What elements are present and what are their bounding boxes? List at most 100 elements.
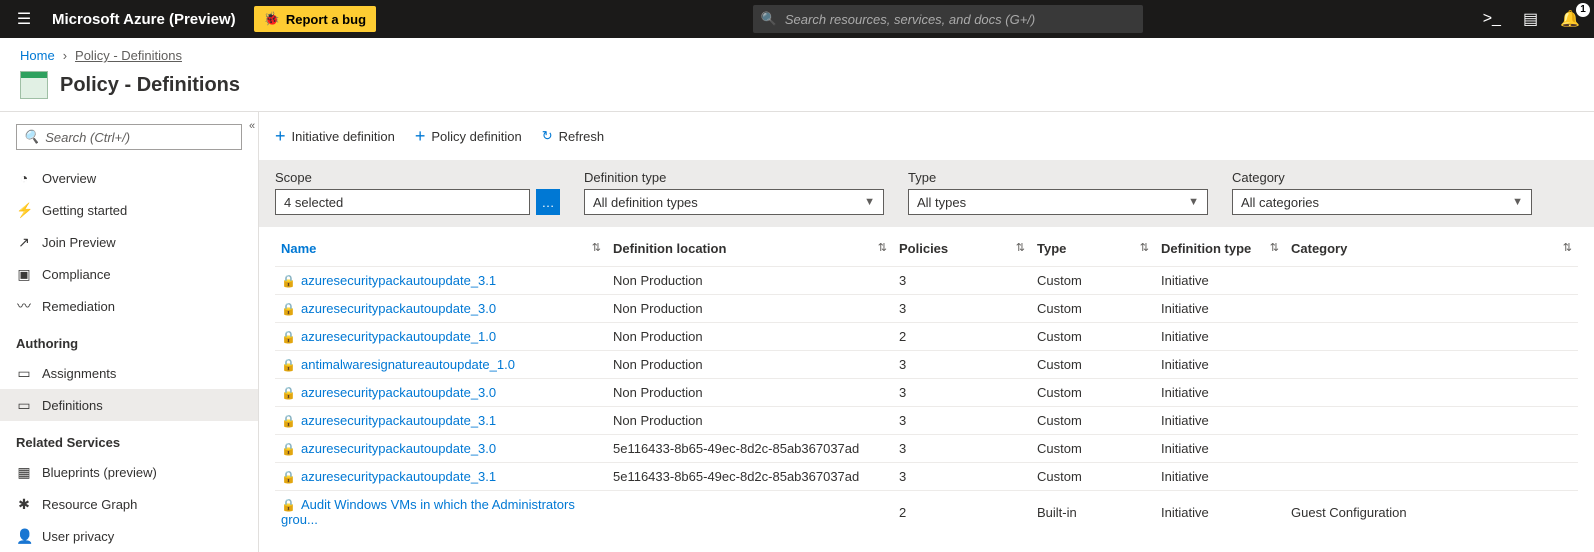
sidebar-item-label: Definitions — [42, 398, 103, 413]
sort-icon: ⇅ — [1563, 241, 1572, 254]
table-row[interactable]: 🔒 azuresecuritypackautoupdate_3.1 Non Prod… — [275, 267, 1578, 295]
notification-count: 1 — [1576, 3, 1590, 17]
cell-type: Custom — [1031, 351, 1155, 379]
related-icon: ▦ — [16, 464, 32, 481]
report-bug-button[interactable]: 🐞 Report a bug — [254, 6, 376, 32]
definition-link[interactable]: azuresecuritypackautoupdate_3.0 — [301, 441, 496, 456]
hamburger-icon[interactable]: ☰ — [4, 9, 44, 29]
cell-location: Non Production — [607, 267, 893, 295]
definition-link[interactable]: azuresecuritypackautoupdate_1.0 — [301, 329, 496, 344]
sidebar-search-placeholder: Search (Ctrl+/) — [45, 130, 130, 145]
sidebar-item-overview[interactable]: ◔Overview — [0, 162, 258, 194]
breadcrumb-current: Policy - Definitions — [75, 48, 182, 63]
cell-policies: 3 — [893, 295, 1031, 323]
global-search-placeholder: Search resources, services, and docs (G+… — [785, 12, 1035, 27]
cell-location: Non Production — [607, 379, 893, 407]
filter-bar: Scope 4 selected … Definition type All d… — [259, 160, 1594, 227]
cell-type: Custom — [1031, 295, 1155, 323]
cell-policies: 2 — [893, 323, 1031, 351]
cell-category — [1285, 379, 1578, 407]
scope-select[interactable]: 4 selected — [275, 189, 530, 215]
cell-category — [1285, 323, 1578, 351]
col-policies[interactable]: Policies⇅ — [893, 227, 1031, 267]
cell-policies: 3 — [893, 407, 1031, 435]
nav-icon: ↗ — [16, 234, 32, 251]
sidebar-item-remediation[interactable]: 〰Remediation — [0, 290, 258, 322]
cell-type: Built-in — [1031, 491, 1155, 534]
breadcrumb: Home › Policy - Definitions — [0, 38, 1594, 71]
refresh-button[interactable]: ↻ Refresh — [542, 128, 604, 144]
scope-picker-button[interactable]: … — [536, 189, 560, 215]
sidebar-item-user-privacy[interactable]: 👤User privacy — [0, 520, 258, 552]
plus-icon: + — [415, 126, 426, 147]
definition-link[interactable]: antimalwaresignatureautoupdate_1.0 — [301, 357, 515, 372]
definition-link[interactable]: Audit Windows VMs in which the Administr… — [281, 497, 575, 527]
cell-policies: 3 — [893, 463, 1031, 491]
sidebar-item-join-preview[interactable]: ↗Join Preview — [0, 226, 258, 258]
col-deftype[interactable]: Definition type⇅ — [1155, 227, 1285, 267]
cell-location — [607, 491, 893, 534]
initiative-label: Initiative definition — [292, 129, 395, 144]
scope-value: 4 selected — [284, 195, 343, 210]
sidebar-item-blueprints-preview-[interactable]: ▦Blueprints (preview) — [0, 456, 258, 488]
table-row[interactable]: 🔒azuresecuritypackautoupdate_3.05e116433… — [275, 435, 1578, 463]
add-policy-button[interactable]: + Policy definition — [415, 126, 522, 147]
table-row[interactable]: 🔒Audit Windows VMs in which the Administ… — [275, 491, 1578, 534]
sidebar-heading-related: Related Services — [0, 421, 258, 456]
cell-deftype: Initiative — [1155, 435, 1285, 463]
col-name[interactable]: Name⇅ — [275, 227, 607, 267]
cell-category — [1285, 407, 1578, 435]
initiative-icon: 🔒 — [281, 386, 295, 400]
type-select[interactable]: All types ▼ — [908, 189, 1208, 215]
cell-type: Custom — [1031, 407, 1155, 435]
cell-policies: 3 — [893, 351, 1031, 379]
sidebar-item-getting-started[interactable]: ⚡Getting started — [0, 194, 258, 226]
refresh-icon: ↻ — [542, 128, 553, 144]
deftype-select[interactable]: All definition types ▼ — [584, 189, 884, 215]
sidebar-item-compliance[interactable]: ▣Compliance — [0, 258, 258, 290]
sidebar-item-definitions[interactable]: ▭Definitions — [0, 389, 258, 421]
sidebar-item-resource-graph[interactable]: ✱Resource Graph — [0, 488, 258, 520]
table-row[interactable]: 🔒azuresecuritypackautoupdate_3.15e116433… — [275, 463, 1578, 491]
col-category[interactable]: Category⇅ — [1285, 227, 1578, 267]
col-type[interactable]: Type⇅ — [1031, 227, 1155, 267]
definition-link[interactable]: azuresecuritypackautoupdate_3.1 — [301, 469, 496, 484]
definition-link[interactable]: azuresecuritypackautoupdate_3.1 — [301, 413, 496, 428]
sort-icon: ⇅ — [1140, 241, 1149, 254]
cell-policies: 2 — [893, 491, 1031, 534]
definition-link[interactable]: azuresecuritypackautoupdate_3.0 — [301, 301, 496, 316]
sidebar-search-input[interactable]: 🔍 Search (Ctrl+/) — [16, 124, 242, 150]
initiative-icon: 🔒 — [281, 274, 295, 288]
cloud-shell-icon[interactable]: >_ — [1483, 10, 1501, 28]
global-search-input[interactable]: 🔍 Search resources, services, and docs (… — [753, 5, 1143, 33]
report-bug-label: Report a bug — [286, 12, 366, 27]
table-row[interactable]: 🔒azuresecuritypackautoupdate_3.0Non Prod… — [275, 295, 1578, 323]
cell-type: Custom — [1031, 379, 1155, 407]
table-row[interactable]: 🔒antimalwaresignatureautoupdate_1.0Non P… — [275, 351, 1578, 379]
sort-icon: ⇅ — [878, 241, 887, 254]
sidebar-item-assignments[interactable]: ▭Assignments — [0, 357, 258, 389]
definition-link[interactable]: azuresecuritypackautoupdate_3.0 — [301, 385, 496, 400]
col-location[interactable]: Definition location⇅ — [607, 227, 893, 267]
command-bar: + Initiative definition + Policy definit… — [259, 112, 1594, 160]
definition-link[interactable]: azuresecuritypackautoupdate_3.1 — [301, 273, 496, 288]
table-row[interactable]: 🔒azuresecuritypackautoupdate_3.1Non Prod… — [275, 407, 1578, 435]
nav-icon: 〰 — [16, 296, 32, 316]
cell-location: Non Production — [607, 351, 893, 379]
add-initiative-button[interactable]: + Initiative definition — [275, 126, 395, 147]
notifications-icon[interactable]: 🔔1 — [1560, 9, 1580, 29]
table-row[interactable]: 🔒azuresecuritypackautoupdate_1.0Non Prod… — [275, 323, 1578, 351]
sort-icon: ⇅ — [592, 241, 601, 254]
cell-location: Non Production — [607, 407, 893, 435]
scope-label: Scope — [275, 170, 560, 185]
top-bar: ☰ Microsoft Azure (Preview) 🐞 Report a b… — [0, 0, 1594, 38]
filter-icon[interactable]: ▤ — [1523, 9, 1538, 29]
collapse-sidebar-icon[interactable]: « — [245, 120, 259, 132]
table-row[interactable]: 🔒 azuresecuritypackautoupdate_3.0 Non Prod… — [275, 379, 1578, 407]
cell-location: 5e116433-8b65-49ec-8d2c-85ab367037ad — [607, 435, 893, 463]
cell-deftype: Initiative — [1155, 463, 1285, 491]
breadcrumb-home[interactable]: Home — [20, 48, 55, 63]
category-select[interactable]: All categories ▼ — [1232, 189, 1532, 215]
sidebar-heading-authoring: Authoring — [0, 322, 258, 357]
cell-deftype: Initiative — [1155, 295, 1285, 323]
